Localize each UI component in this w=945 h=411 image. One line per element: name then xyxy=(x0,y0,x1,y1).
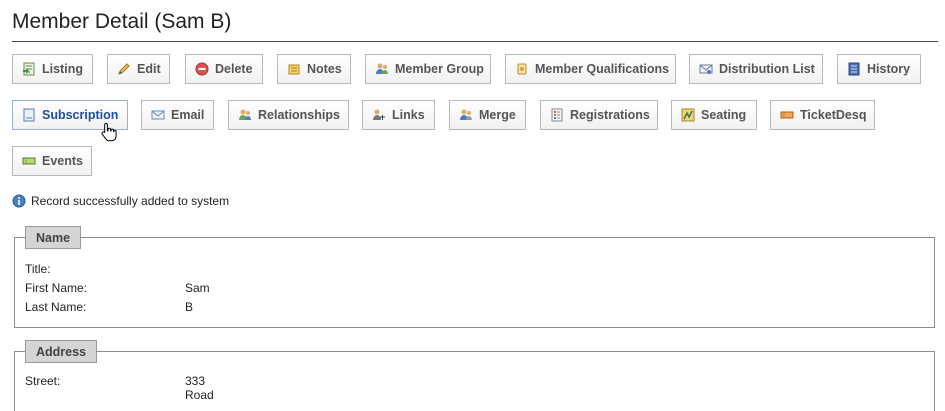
member-qualifications-label: Member Qualifications xyxy=(535,62,670,76)
merge-label: Merge xyxy=(479,108,516,122)
info-icon xyxy=(12,194,26,208)
status-message-text: Record successfully added to system xyxy=(31,194,230,208)
registrations-label: Registrations xyxy=(570,108,650,122)
relationships-button[interactable]: Relationships xyxy=(228,100,349,130)
ticketdesq-button[interactable]: TicketDesq xyxy=(770,100,875,130)
name-section: Name Title: First Name: Sam Last Name: B xyxy=(14,226,935,328)
history-label: History xyxy=(867,62,911,76)
email-label: Email xyxy=(171,108,205,122)
merge-icon xyxy=(460,109,472,120)
listing-icon xyxy=(23,62,35,76)
distribution-list-label: Distribution List xyxy=(719,62,815,76)
relationships-label: Relationships xyxy=(258,108,340,122)
address-section: Address Street: 333 Road xyxy=(14,340,935,411)
hand-cursor-icon xyxy=(101,122,117,142)
pencil-icon xyxy=(118,63,130,75)
street-label: Street: xyxy=(25,374,61,388)
street-value: 333 Road xyxy=(185,374,214,402)
registrations-icon xyxy=(551,108,563,122)
title-label: Title: xyxy=(25,262,51,276)
first-name-row: First Name: Sam xyxy=(25,281,210,295)
title-divider xyxy=(12,41,938,42)
notes-button[interactable]: Notes xyxy=(277,54,351,84)
email-icon xyxy=(151,110,165,120)
merge-button[interactable]: Merge xyxy=(449,100,526,130)
first-name-value: Sam xyxy=(185,281,210,295)
member-group-button[interactable]: Member Group xyxy=(365,54,491,84)
distribution-list-icon xyxy=(699,64,713,74)
events-label: Events xyxy=(42,154,83,168)
subscription-icon xyxy=(23,108,35,122)
delete-button[interactable]: Delete xyxy=(185,54,263,84)
qualifications-icon xyxy=(517,63,527,75)
edit-label: Edit xyxy=(137,62,161,76)
last-name-row: Last Name: B xyxy=(25,300,193,314)
notes-icon xyxy=(288,64,300,75)
name-section-legend: Name xyxy=(25,226,82,249)
relationships-icon xyxy=(239,109,251,120)
title-row: Title: xyxy=(25,262,51,276)
group-icon xyxy=(376,63,388,74)
links-label: Links xyxy=(392,108,425,122)
links-button[interactable]: Links xyxy=(362,100,435,130)
registrations-button[interactable]: Registrations xyxy=(540,100,658,130)
notes-label: Notes xyxy=(307,62,342,76)
history-button[interactable]: History xyxy=(837,54,921,84)
street-row: Street: 333 Road xyxy=(25,374,214,402)
seating-icon xyxy=(681,108,695,122)
history-icon xyxy=(848,62,860,76)
links-icon xyxy=(373,109,385,120)
delete-icon xyxy=(195,62,209,76)
page-title: Member Detail (Sam B) xyxy=(12,10,232,33)
seating-button[interactable]: Seating xyxy=(671,100,757,130)
edit-button[interactable]: Edit xyxy=(107,54,170,84)
member-group-label: Member Group xyxy=(395,62,484,76)
distribution-list-button[interactable]: Distribution List xyxy=(689,54,823,84)
listing-label: Listing xyxy=(42,62,83,76)
seating-label: Seating xyxy=(701,108,747,122)
status-message: Record successfully added to system xyxy=(12,194,229,208)
member-qualifications-button[interactable]: Member Qualifications xyxy=(505,54,676,84)
delete-label: Delete xyxy=(215,62,253,76)
ticketdesq-label: TicketDesq xyxy=(800,108,867,122)
first-name-label: First Name: xyxy=(25,281,88,295)
ticket-icon xyxy=(780,111,794,119)
events-icon xyxy=(22,157,36,165)
email-button[interactable]: Email xyxy=(141,100,214,130)
subscription-label: Subscription xyxy=(42,108,119,122)
last-name-label: Last Name: xyxy=(25,300,87,314)
events-button[interactable]: Events xyxy=(12,146,92,176)
address-section-legend: Address xyxy=(25,340,98,363)
listing-button[interactable]: Listing xyxy=(12,54,93,84)
last-name-value: B xyxy=(185,300,194,314)
